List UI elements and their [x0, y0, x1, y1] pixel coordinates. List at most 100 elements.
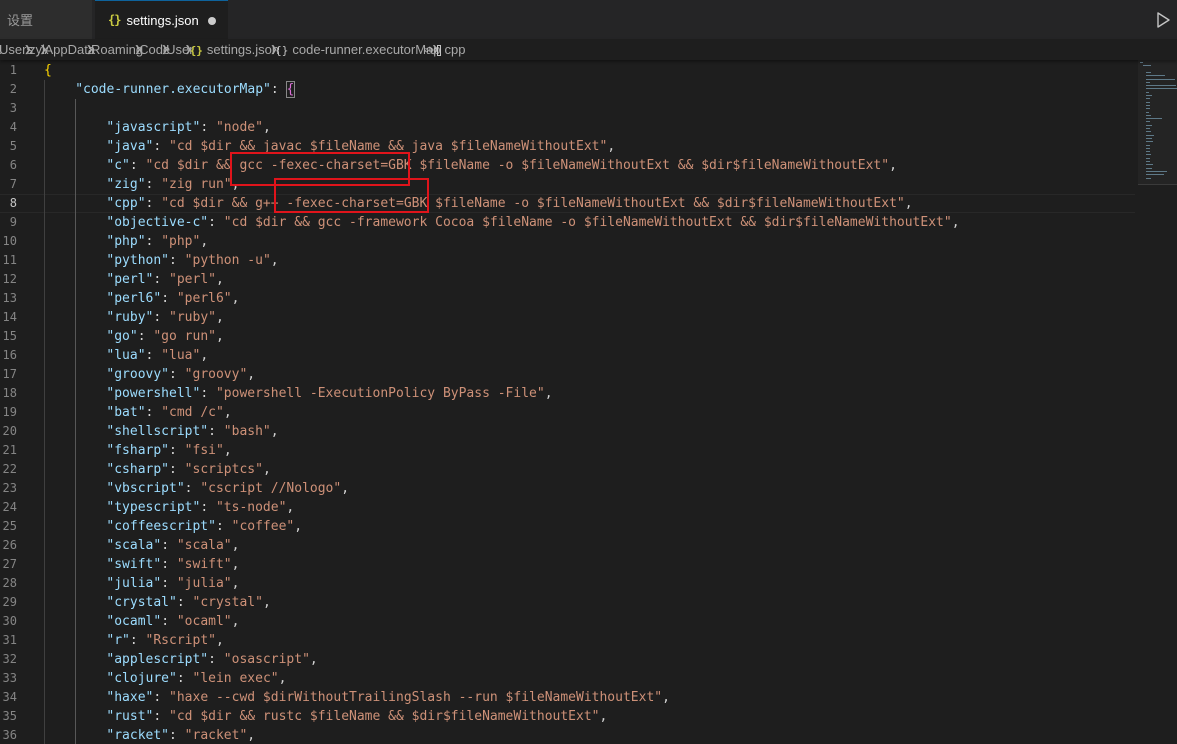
code-line[interactable]: 5 "java": "cd $dir && javac $fileName && …	[0, 137, 1135, 156]
code-line[interactable]: 22 "csharp": "scriptcs",	[0, 460, 1135, 479]
code-text: "coffeescript": "coffee",	[106, 519, 303, 534]
vscode-window: 设置 {} settings.json C:❯Users❯zyk❯AppData…	[0, 0, 1177, 744]
code-text: "scala": "scala",	[106, 538, 240, 553]
code-line[interactable]: 27 "swift": "swift",	[0, 555, 1135, 574]
code-line[interactable]: 34 "haxe": "haxe --cwd $dirWithoutTrailin…	[0, 688, 1135, 707]
code-line[interactable]: 13 "perl6": "perl6",	[0, 289, 1135, 308]
breadcrumb-label: settings.json	[206, 42, 280, 57]
code-line[interactable]: 3	[0, 99, 1135, 118]
code-line[interactable]: 2 "code-runner.executorMap": {	[0, 80, 1135, 99]
line-number: 18	[2, 386, 17, 400]
line-number: 36	[2, 728, 17, 742]
line-number: 22	[2, 462, 17, 476]
code-text: "powershell": "powershell -ExecutionPoli…	[106, 386, 553, 401]
code-line[interactable]: 15 "go": "go run",	[0, 327, 1135, 346]
code-text: {	[44, 63, 52, 78]
unsaved-dot-icon[interactable]	[208, 17, 216, 25]
editor-tab-bar: 设置 {} settings.json	[0, 0, 1177, 40]
line-number: 4	[9, 120, 17, 134]
code-line[interactable]: 16 "lua": "lua",	[0, 346, 1135, 365]
json-file-icon: {}	[189, 44, 203, 57]
breadcrumb-item[interactable]: {} settings.json	[190, 42, 280, 57]
code-text: "perl": "perl",	[106, 272, 224, 287]
code-text: "rust": "cd $dir && rustc $fileName && $…	[106, 709, 608, 724]
code-line[interactable]: 10 "php": "php",	[0, 232, 1135, 251]
code-text: "cpp": "cd $dir && g++ -fexec-charset=GB…	[106, 196, 913, 211]
code-text: "php": "php",	[106, 234, 209, 249]
code-text: "haxe": "haxe --cwd $dirWithoutTrailingS…	[106, 690, 670, 705]
code-text: "code-runner.executorMap": {	[75, 81, 296, 98]
code-line[interactable]: 36 "racket": "racket",	[0, 726, 1135, 744]
line-number: 32	[2, 652, 17, 666]
line-number: 11	[2, 253, 17, 267]
code-line[interactable]: 28 "julia": "julia",	[0, 574, 1135, 593]
line-number: 13	[2, 291, 17, 305]
code-line[interactable]: 35 "rust": "cd $dir && rustc $fileName &&…	[0, 707, 1135, 726]
line-number: 17	[2, 367, 17, 381]
line-number: 35	[2, 709, 17, 723]
line-number: 24	[2, 500, 17, 514]
code-text: "applescript": "osascript",	[106, 652, 318, 667]
code-text: "r": "Rscript",	[106, 633, 224, 648]
line-number: 1	[9, 63, 17, 77]
code-line[interactable]: 12 "perl": "perl",	[0, 270, 1135, 289]
code-text: "groovy": "groovy",	[106, 367, 256, 382]
code-text: "ruby": "ruby",	[106, 310, 224, 325]
code-editor[interactable]: 1{2 "code-runner.executorMap": {3 4 "javasc…	[0, 60, 1177, 744]
code-text: "csharp": "scriptcs",	[106, 462, 271, 477]
line-number: 14	[2, 310, 17, 324]
code-line[interactable]: 1{	[0, 61, 1135, 80]
line-number: 2	[9, 82, 17, 96]
line-number: 8	[9, 196, 17, 210]
code-text: "c": "cd $dir && gcc -fexec-charset=GBK …	[106, 158, 897, 173]
breadcrumb-item[interactable]: abc cpp	[425, 42, 466, 57]
minimap-slider[interactable]	[1138, 60, 1177, 185]
code-line[interactable]: 11 "python": "python -u",	[0, 251, 1135, 270]
tab-label: settings.json	[126, 12, 199, 28]
code-text: "julia": "julia",	[106, 576, 240, 591]
line-number: 20	[2, 424, 17, 438]
code-line[interactable]: 14 "ruby": "ruby",	[0, 308, 1135, 327]
code-text: "javascript": "node",	[106, 120, 271, 135]
line-number: 19	[2, 405, 17, 419]
code-line[interactable]: 33 "clojure": "lein exec",	[0, 669, 1135, 688]
play-icon[interactable]	[1155, 11, 1171, 29]
code-line[interactable]: 24 "typescript": "ts-node",	[0, 498, 1135, 517]
tab-settings-json[interactable]: {} settings.json	[95, 0, 228, 39]
code-line[interactable]: 21 "fsharp": "fsi",	[0, 441, 1135, 460]
tab-settings-ui[interactable]: 设置	[0, 0, 93, 39]
code-text: "vbscript": "cscript //Nologo",	[106, 481, 350, 496]
code-line[interactable]: 4 "javascript": "node",	[0, 118, 1135, 137]
line-number: 3	[9, 101, 17, 115]
line-number: 27	[2, 557, 17, 571]
code-line[interactable]: 6 "c": "cd $dir && gcc -fexec-charset=GBK…	[0, 156, 1135, 175]
code-text: "racket": "racket",	[106, 728, 256, 743]
line-number: 33	[2, 671, 17, 685]
code-line[interactable]: 26 "scala": "scala",	[0, 536, 1135, 555]
code-line[interactable]: 19 "bat": "cmd /c",	[0, 403, 1135, 422]
code-text: "perl6": "perl6",	[106, 291, 240, 306]
line-number: 25	[2, 519, 17, 533]
code-text: "ocaml": "ocaml",	[106, 614, 240, 629]
code-text: "lua": "lua",	[106, 348, 209, 363]
line-number: 12	[2, 272, 17, 286]
code-line[interactable]: 29 "crystal": "crystal",	[0, 593, 1135, 612]
code-line[interactable]: 17 "groovy": "groovy",	[0, 365, 1135, 384]
code-line[interactable]: 23 "vbscript": "cscript //Nologo",	[0, 479, 1135, 498]
code-line[interactable]: 18 "powershell": "powershell -ExecutionPo…	[0, 384, 1135, 403]
line-number: 9	[9, 215, 17, 229]
code-text: "clojure": "lein exec",	[106, 671, 287, 686]
breadcrumb-item[interactable]: {} code-runner.executorMap	[275, 42, 440, 57]
code-line[interactable]: 7 "zig": "zig run",	[0, 175, 1135, 194]
code-line[interactable]: 8 "cpp": "cd $dir && g++ -fexec-charset=G…	[0, 194, 1135, 213]
code-line[interactable]: 25 "coffeescript": "coffee",	[0, 517, 1135, 536]
code-line[interactable]: 32 "applescript": "osascript",	[0, 650, 1135, 669]
code-text: "go": "go run",	[106, 329, 224, 344]
code-text: "java": "cd $dir && javac $fileName && j…	[106, 139, 616, 154]
breadcrumb: C:❯Users❯zyk❯AppData❯Roaming❯Code❯User❯{…	[0, 39, 1177, 60]
string-icon: abc	[425, 45, 441, 57]
code-line[interactable]: 9 "objective-c": "cd $dir && gcc -framewo…	[0, 213, 1135, 232]
code-line[interactable]: 30 "ocaml": "ocaml",	[0, 612, 1135, 631]
code-line[interactable]: 20 "shellscript": "bash",	[0, 422, 1135, 441]
code-line[interactable]: 31 "r": "Rscript",	[0, 631, 1135, 650]
